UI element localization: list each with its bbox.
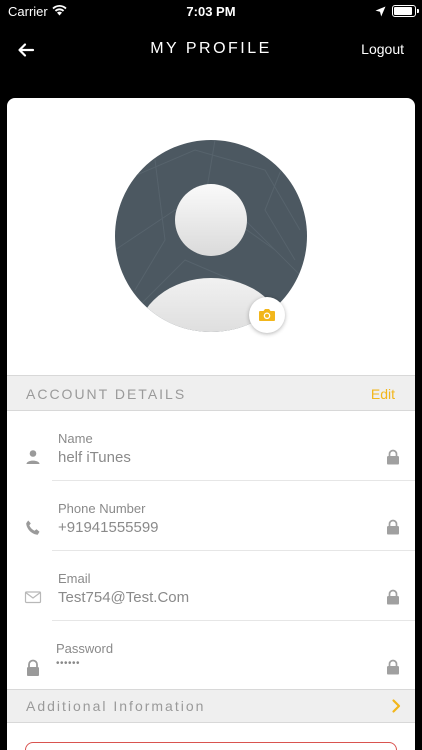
email-label: Email xyxy=(58,571,91,586)
account-details-title: ACCOUNT DETAILS xyxy=(26,386,187,402)
account-details-header: ACCOUNT DETAILS Edit xyxy=(7,375,415,411)
page-title: MY PROFILE xyxy=(150,40,272,57)
lock-icon xyxy=(387,589,399,605)
lock-icon xyxy=(387,519,399,535)
logout-button[interactable]: Logout xyxy=(361,41,404,57)
battery-level-fill xyxy=(394,7,412,15)
lock-icon xyxy=(387,659,399,675)
password-value: •••••• xyxy=(56,658,81,669)
additional-information-row[interactable]: Additional Information xyxy=(7,689,415,723)
phone-number-label: Phone Number xyxy=(58,501,146,516)
lock-icon xyxy=(387,449,399,465)
profile-card: ACCOUNT DETAILS Edit Name helf iTunes Ph… xyxy=(7,98,415,750)
avatar-head-shape xyxy=(175,184,247,256)
lock-icon xyxy=(27,659,39,676)
change-photo-button[interactable] xyxy=(249,297,285,333)
email-value: Test754@Test.Com xyxy=(58,589,190,606)
battery-icon xyxy=(392,5,419,17)
password-label: Password xyxy=(56,641,114,656)
edit-button[interactable]: Edit xyxy=(371,386,395,402)
phone-icon xyxy=(26,520,40,535)
name-value: helf iTunes xyxy=(58,449,131,466)
status-time: 7:03 PM xyxy=(186,4,236,19)
camera-icon xyxy=(259,309,275,321)
phone-number-field[interactable]: Phone Number +91941555599 xyxy=(7,481,415,551)
additional-information-title: Additional Information xyxy=(26,698,206,714)
mail-icon xyxy=(24,591,42,604)
navigation-bar: MY PROFILE Logout xyxy=(0,24,422,76)
password-field[interactable]: Password •••••• xyxy=(7,621,415,691)
person-icon xyxy=(26,450,40,464)
chevron-right-icon[interactable] xyxy=(390,698,402,714)
name-field[interactable]: Name helf iTunes xyxy=(7,411,415,481)
location-arrow-icon xyxy=(375,5,386,20)
phone-number-value: +91941555599 xyxy=(58,519,159,536)
name-label: Name xyxy=(58,431,93,446)
email-field[interactable]: Email Test754@Test.Com xyxy=(7,551,415,621)
bottom-action-button[interactable] xyxy=(25,742,397,750)
status-bar: Carrier 7:03 PM xyxy=(0,0,422,24)
